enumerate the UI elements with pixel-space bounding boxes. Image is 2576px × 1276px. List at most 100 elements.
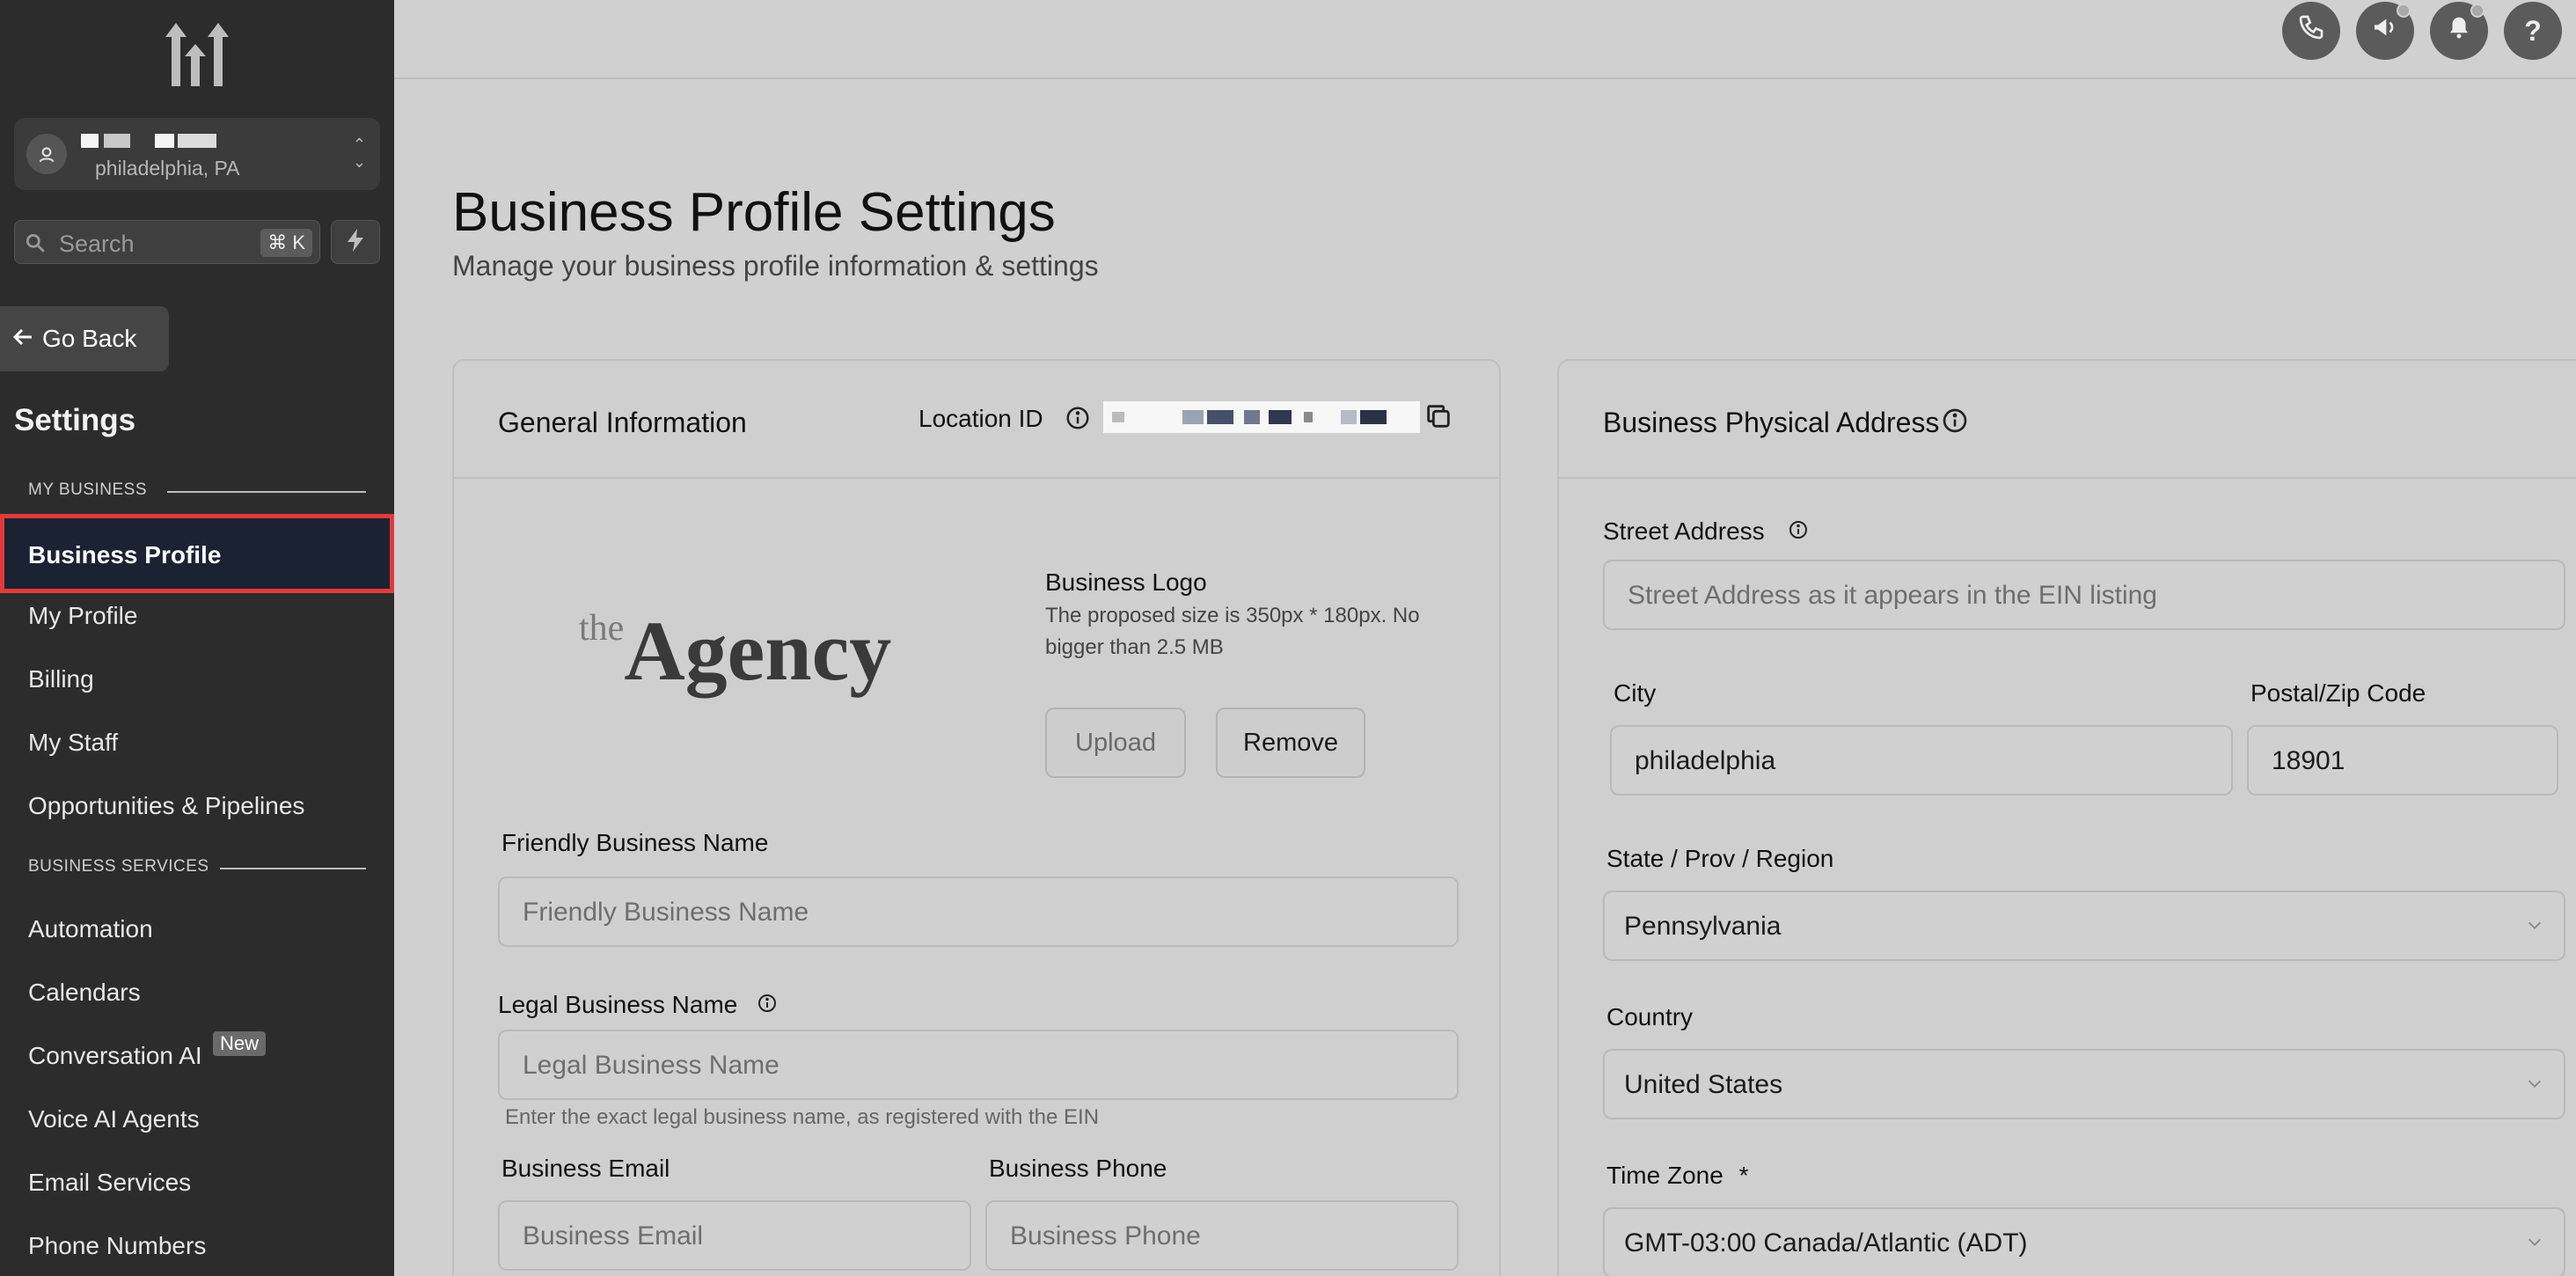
go-back-button[interactable]: Go Back (0, 306, 169, 371)
section-divider (167, 491, 366, 493)
info-icon[interactable] (1788, 519, 1809, 545)
app-logo-icon[interactable] (162, 21, 232, 88)
info-icon[interactable] (757, 993, 778, 1018)
logo-size-hint-2: bigger than 2.5 MB (1045, 635, 1224, 659)
business-logo-image: theAgency (579, 602, 891, 698)
remove-button[interactable]: Remove (1216, 708, 1365, 778)
general-information-card: General Information Location ID theAgenc… (452, 359, 1501, 1276)
placeholder: Business Email (523, 1221, 704, 1250)
zip-code-input[interactable]: 18901 (2247, 725, 2558, 796)
new-badge: New (213, 1031, 267, 1056)
copy-icon[interactable] (1423, 401, 1453, 436)
chevron-down-icon (2528, 921, 2542, 929)
bell-icon (2446, 13, 2472, 48)
page-title: Business Profile Settings (452, 182, 1056, 243)
street-address-label: Street Address (1603, 517, 1765, 545)
business-email-label: Business Email (501, 1155, 670, 1182)
sidebar-item-business-profile[interactable]: Business Profile (0, 514, 394, 593)
search-input[interactable]: Search ⌘ K (14, 220, 320, 264)
placeholder: Legal Business Name (523, 1051, 779, 1080)
select-value: Pennsylvania (1624, 912, 1782, 941)
time-zone-label: Time Zone * (1606, 1162, 1748, 1190)
business-logo-title: Business Logo (1045, 568, 1207, 596)
sidebar-item-calendars[interactable]: Calendars (28, 979, 141, 1007)
time-zone-select[interactable]: GMT-03:00 Canada/Atlantic (ADT) (1603, 1207, 2565, 1276)
business-address-card: Business Physical Address Street Address… (1557, 359, 2576, 1276)
chevron-down-icon (2528, 1080, 2542, 1088)
legal-name-label: Legal Business Name (498, 991, 738, 1018)
sidebar-item-opportunities[interactable]: Opportunities & Pipelines (28, 792, 304, 820)
placeholder: Business Phone (1010, 1221, 1201, 1250)
placeholder: Friendly Business Name (523, 898, 809, 927)
sidebar-item-my-profile[interactable]: My Profile (28, 602, 137, 630)
sidebar: philadelphia, PA ⌃ ⌄ Search ⌘ K Go Back S… (0, 0, 394, 1276)
select-value: United States (1624, 1070, 1783, 1099)
notifications-button[interactable] (2430, 2, 2488, 60)
phone-icon (2297, 13, 2325, 48)
business-phone-label: Business Phone (989, 1155, 1167, 1182)
chevron-up-down-icon: ⌃ ⌄ (352, 136, 366, 171)
go-back-label: Go Back (42, 325, 137, 352)
required-marker: * (1738, 1162, 1749, 1189)
sidebar-item-label: Business Profile (28, 541, 222, 568)
friendly-name-label: Friendly Business Name (501, 829, 769, 856)
city-label: City (1614, 679, 1657, 707)
settings-heading: Settings (14, 403, 136, 437)
location-id-label: Location ID (918, 405, 1043, 432)
sidebar-item-voice-ai-agents[interactable]: Voice AI Agents (28, 1105, 200, 1133)
country-select[interactable]: United States (1603, 1049, 2565, 1119)
location-id-redacted (1103, 401, 1420, 433)
sidebar-item-my-staff[interactable]: My Staff (28, 729, 118, 757)
card-header: Business Physical Address (1559, 361, 2576, 479)
zip-code-label: Postal/Zip Code (2250, 679, 2426, 707)
business-email-input[interactable]: Business Email (498, 1200, 971, 1271)
section-label-my-business: MY BUSINESS (28, 480, 148, 499)
upload-button[interactable]: Upload (1045, 708, 1186, 778)
help-icon: ? (2524, 14, 2542, 47)
state-label: State / Prov / Region (1606, 845, 1834, 872)
state-select[interactable]: Pennsylvania (1603, 891, 2565, 961)
announcements-button[interactable] (2356, 2, 2414, 60)
sidebar-item-conversation-ai[interactable]: Conversation AI (28, 1042, 202, 1070)
search-icon (24, 231, 47, 259)
account-location: philadelphia, PA (95, 157, 240, 180)
phone-button[interactable] (2282, 2, 2340, 60)
street-address-input[interactable]: Street Address as it appears in the EIN … (1603, 560, 2565, 630)
lightning-icon (346, 228, 365, 256)
location-pin-icon (26, 134, 67, 174)
shortcut-hint: ⌘ K (260, 229, 312, 257)
sidebar-item-billing[interactable]: Billing (28, 665, 94, 693)
top-bar: ? (394, 0, 2576, 79)
card-title: Business Physical Address (1603, 407, 1940, 438)
megaphone-icon (2371, 13, 2399, 48)
input-value: philadelphia (1635, 746, 1776, 775)
country-label: Country (1606, 1003, 1694, 1030)
section-label-business-services: BUSINESS SERVICES (28, 857, 209, 876)
notification-dot (2470, 4, 2485, 18)
business-phone-input[interactable]: Business Phone (985, 1200, 1459, 1271)
card-header: General Information Location ID (454, 361, 1499, 479)
page-subtitle: Manage your business profile information… (452, 250, 1099, 282)
help-button[interactable]: ? (2504, 2, 2562, 60)
logo-size-hint: The proposed size is 350px * 180px. No (1045, 604, 1420, 627)
sidebar-item-automation[interactable]: Automation (28, 915, 153, 943)
quick-action-button[interactable] (331, 220, 380, 264)
legal-name-hint: Enter the exact legal business name, as … (505, 1105, 1100, 1129)
info-icon[interactable] (1941, 407, 1969, 439)
sidebar-item-phone-numbers[interactable]: Phone Numbers (28, 1232, 206, 1260)
placeholder: Street Address as it appears in the EIN … (1628, 581, 2157, 610)
search-placeholder: Search (59, 231, 135, 257)
legal-name-input[interactable]: Legal Business Name (498, 1030, 1459, 1100)
select-value: GMT-03:00 Canada/Atlantic (ADT) (1624, 1228, 2028, 1258)
friendly-name-input[interactable]: Friendly Business Name (498, 876, 1459, 947)
time-zone-label-text: Time Zone (1606, 1162, 1723, 1189)
logo-word: Agency (624, 604, 892, 698)
account-switcher[interactable]: philadelphia, PA ⌃ ⌄ (14, 118, 380, 190)
city-input[interactable]: philadelphia (1610, 725, 2233, 796)
sidebar-item-email-services[interactable]: Email Services (28, 1169, 191, 1197)
card-title: General Information (498, 407, 747, 438)
arrow-left-icon (12, 325, 33, 353)
notification-dot (2397, 4, 2411, 18)
chevron-down-icon (2528, 1238, 2542, 1246)
info-icon[interactable] (1065, 405, 1091, 436)
